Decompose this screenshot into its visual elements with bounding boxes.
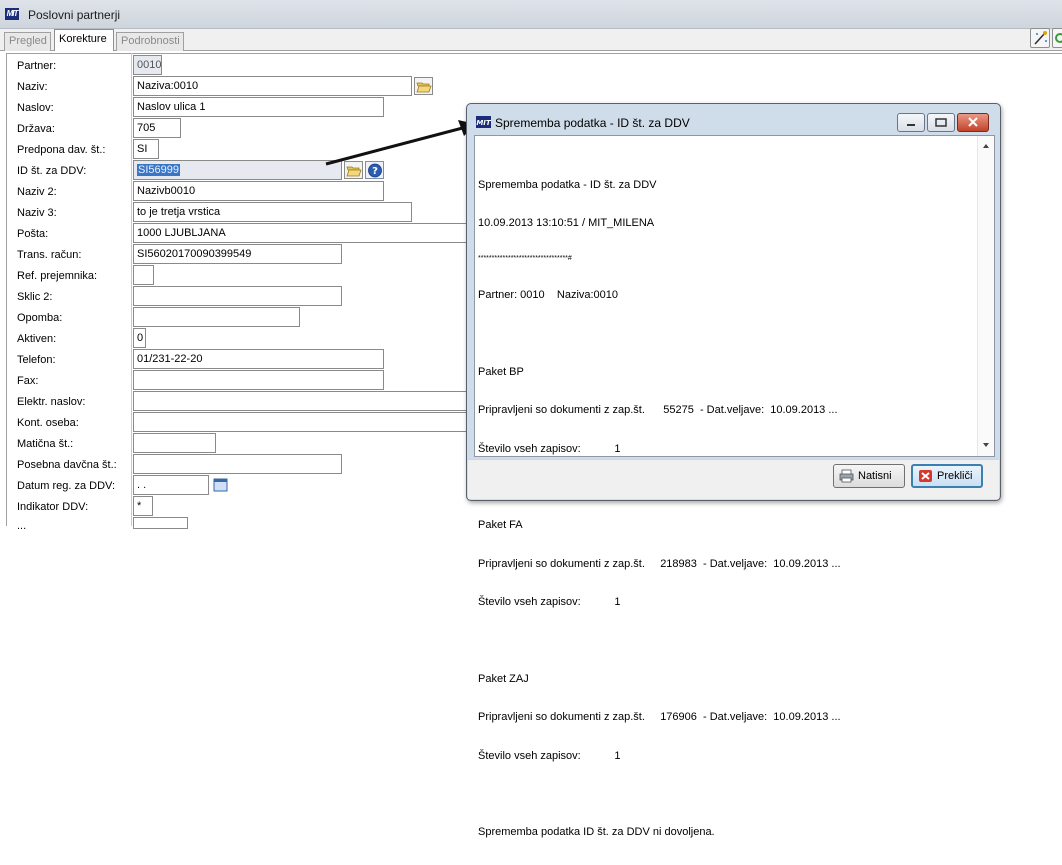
message-line: ​ [478, 327, 841, 340]
label-naziv: Naziv: [17, 81, 48, 93]
label-maticna: Matična št.: [17, 438, 74, 450]
refresh-icon [1055, 33, 1062, 43]
partner-field[interactable]: 0010 [133, 55, 162, 75]
dialog-message-area[interactable]: Sprememba podatka - ID št. za DDV 10.09.… [474, 135, 995, 838]
maticna-field[interactable] [133, 433, 216, 453]
label-predpona: Predpona dav. št.: [17, 144, 106, 156]
cancel-x-icon [919, 470, 932, 482]
annotation-arrow [325, 120, 476, 166]
maximize-button[interactable] [927, 113, 955, 132]
minimize-button[interactable] [897, 113, 925, 132]
fax-field[interactable] [133, 370, 384, 390]
dialog-title: Sprememba podatka - ID št. za DDV [495, 116, 690, 130]
folder-open-icon [416, 82, 432, 93]
svg-text:MIT: MIT [476, 119, 491, 127]
label-naziv-3: Naziv 3: [17, 207, 57, 219]
message-line: Sprememba podatka - ID št. za DDV [478, 178, 657, 191]
label-fax: Fax: [17, 375, 39, 387]
message-line: Število vseh zapisov: 1 [478, 596, 621, 609]
message-line: Pripravljeni so dokumenti z zap.št. 2189… [478, 557, 841, 570]
maximize-icon [935, 118, 947, 127]
message-line: 10.09.2013 13:10:51 / MIT_MILENA [478, 216, 655, 229]
magic-wand-button[interactable] [1030, 28, 1050, 48]
naziv-2-field[interactable]: Nazivb0010 [133, 181, 384, 201]
vertical-scrollbar[interactable] [977, 136, 994, 456]
cancel-button[interactable]: Prekliči [911, 464, 983, 488]
label-aktiven: Aktiven: [17, 333, 57, 345]
message-line: Pripravljeni so dokumenti z zap.št. 5527… [478, 404, 838, 417]
posebna-davcna-field[interactable] [133, 454, 342, 474]
message-line: Paket ZAJ [478, 672, 529, 685]
message-line: Število vseh zapisov: 1 [478, 749, 621, 762]
message-line: Pripravljeni so dokumenti z zap.št. 1769… [478, 711, 841, 724]
label-datum-reg: Datum reg. za DDV: [17, 480, 116, 492]
window-title-bar: MIT Poslovni partnerji [0, 0, 1062, 29]
indikator-ddv-field[interactable]: * [133, 496, 153, 516]
print-button[interactable]: Natisni [833, 464, 905, 488]
label-naslov: Naslov: [17, 102, 54, 114]
id-ddv-value: SI56999 [137, 164, 180, 176]
drzava-field[interactable]: 705 [133, 118, 181, 138]
window-title: Poslovni partnerji [28, 8, 121, 22]
label-elektr-naslov: Elektr. naslov: [17, 396, 86, 408]
calendar-icon [213, 478, 228, 492]
label-partner: Partner: [17, 60, 57, 72]
partial-label: ... [17, 520, 27, 532]
label-posebna-davcna: Posebna davčna št.: [17, 459, 117, 471]
change-dialog: MIT Sprememba podatka - ID št. za DDV Sp… [466, 103, 1001, 838]
close-button[interactable] [957, 113, 989, 132]
tab-korekture[interactable]: Korekture [54, 29, 114, 51]
partial-field[interactable] [133, 517, 188, 529]
label-drzava: Država: [17, 123, 55, 135]
elektr-naslov-field[interactable] [133, 391, 473, 411]
kont-oseba-field[interactable] [133, 412, 473, 432]
message-line: ​ [478, 788, 841, 801]
label-indikator-ddv: Indikator DDV: [17, 501, 89, 513]
naziv-3-field[interactable]: to je tretja vrstica [133, 202, 412, 222]
label-sklic-2: Sklic 2: [17, 291, 53, 303]
calendar-button[interactable] [212, 476, 229, 493]
message-line: ​ [478, 634, 841, 647]
app-logo-icon: MIT [5, 8, 19, 20]
close-icon [968, 117, 978, 127]
minimize-icon [907, 124, 915, 126]
aktiven-field[interactable]: 0 [133, 328, 146, 348]
id-ddv-field[interactable]: SI56999 [133, 160, 342, 180]
label-id-ddv: ID št. za DDV: [17, 165, 87, 177]
tab-bar: Pregled Korekture Podrobnosti [0, 29, 1062, 51]
message-line: Sprememba podatka ID št. za DDV ni dovol… [478, 826, 715, 839]
ref-prejemnika-field[interactable] [133, 265, 154, 285]
dialog-logo-icon: MIT [476, 116, 491, 128]
trans-racun-field[interactable]: SI56020170090399549 [133, 244, 342, 264]
message-line: Paket BP [478, 365, 524, 378]
cancel-label: Prekliči [937, 470, 973, 482]
label-trans-racun: Trans. račun: [17, 249, 82, 261]
scroll-arrows-icon [983, 144, 989, 447]
naziv-field[interactable]: Naziva:0010 [133, 76, 412, 96]
posta-field[interactable]: 1000 LJUBLJANA [133, 223, 473, 243]
label-opomba: Opomba: [17, 312, 63, 324]
tab-pregled[interactable]: Pregled [4, 32, 51, 51]
predpona-field[interactable]: SI [133, 139, 159, 159]
opomba-field[interactable] [133, 307, 300, 327]
tab-podrobnosti[interactable]: Podrobnosti [116, 32, 184, 51]
label-naziv-2: Naziv 2: [17, 186, 57, 198]
dialog-message: Sprememba podatka - ID št. za DDV 10.09.… [478, 153, 841, 865]
label-kont-oseba: Kont. oseba: [17, 417, 79, 429]
printer-icon [839, 469, 854, 483]
refresh-button[interactable] [1052, 28, 1062, 48]
telefon-field[interactable]: 01/231-22-20 [133, 349, 384, 369]
message-line: Število vseh zapisov: 1 [478, 442, 621, 455]
datum-reg-field[interactable]: . . [133, 475, 209, 495]
sklic-2-field[interactable] [133, 286, 342, 306]
label-posta: Pošta: [17, 228, 49, 240]
magic-wand-icon [1034, 31, 1047, 45]
label-telefon: Telefon: [17, 354, 56, 366]
label-ref-prejemnika: Ref. prejemnika: [17, 270, 98, 282]
message-line: Partner: 0010 Naziva:0010 [478, 288, 619, 301]
message-line: *********************************# [478, 255, 572, 263]
naziv-lookup-button[interactable] [414, 77, 433, 95]
print-label: Natisni [858, 470, 892, 482]
